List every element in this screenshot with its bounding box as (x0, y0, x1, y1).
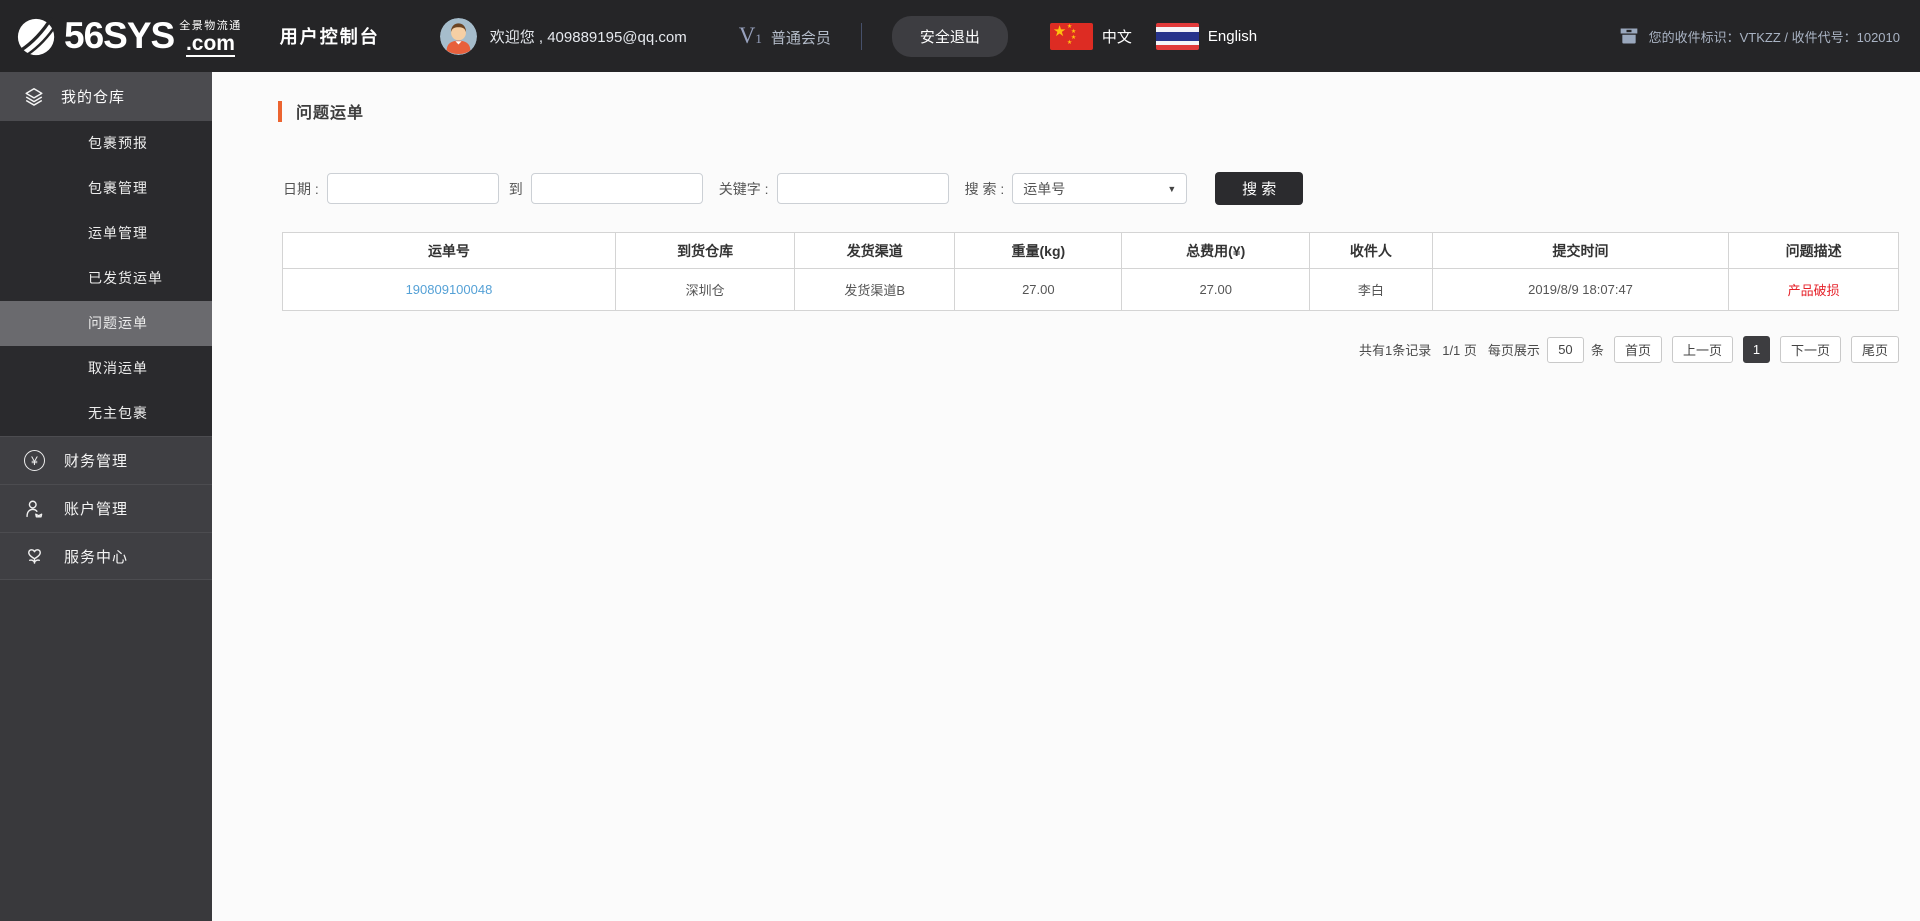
shipping-id-text: 您的收件标识：VTKZZ / 收件代号：102010 (1648, 29, 1900, 45)
record-count-text: 共有1条记录 (1358, 343, 1432, 358)
keyword-input[interactable] (776, 173, 949, 204)
cell-shipping-channel: 发货渠道B (794, 268, 956, 311)
table-row: 190809100048 深圳仓 发货渠道B 27.00 27.00 李白 20… (282, 268, 1899, 311)
brand-domain: .com (185, 32, 235, 57)
console-title: 用户控制台 (279, 27, 380, 47)
first-page-button[interactable]: 首页 (1613, 336, 1662, 363)
vip-level: 1 (755, 31, 762, 46)
top-bar: 56SYS 全景物流通 .com 用户控制台 欢迎您 , 409889195@q… (0, 0, 1920, 72)
cell-arrival-warehouse: 深圳仓 (614, 268, 796, 311)
col-waybill-number: 运单号 (282, 232, 616, 269)
title-accent-bar (278, 100, 282, 122)
brand-logo: 56SYS 全景物流通 .com (0, 15, 242, 57)
vip-v-icon: V (738, 23, 756, 48)
sidebar-section-label: 服务中心 (64, 548, 129, 566)
col-shipping-channel: 发货渠道 (794, 232, 956, 269)
shipping-id-cluster: 您的收件标识：VTKZZ / 收件代号：102010 (1619, 26, 1900, 46)
welcome-text: 欢迎您 , 409889195@qq.com (489, 28, 687, 46)
sidebar-item-package-forecast[interactable]: 包裹预报 (0, 121, 212, 166)
brand-tagline: 全景物流通 (179, 20, 242, 32)
cell-recipient: 李白 (1308, 268, 1433, 311)
china-flag-icon[interactable]: ★ ★ ★ ★ ★ (1049, 22, 1093, 50)
prev-page-button[interactable]: 上一页 (1671, 336, 1733, 363)
sidebar-item-unclaimed-packages[interactable]: 无主包裹 (0, 391, 212, 436)
waybill-number-link[interactable]: 190809100048 (406, 282, 493, 297)
col-submit-time: 提交时间 (1431, 232, 1730, 269)
sidebar-item-cancelled-waybills[interactable]: 取消运单 (0, 346, 212, 391)
sidebar-section-label: 财务管理 (64, 453, 129, 470)
next-page-button[interactable]: 下一页 (1779, 336, 1841, 363)
date-from-input[interactable] (326, 173, 499, 204)
sidebar-section-service[interactable]: 服务中心 (0, 532, 212, 580)
search-type-select[interactable]: 运单号 ▼ (1012, 173, 1188, 204)
lang-english[interactable]: English (1208, 28, 1257, 45)
filter-toolbar: 日期 : 到 关键字 : 搜 索 : 运单号 ▼ 搜 索 (283, 172, 1304, 205)
thailand-flag-icon[interactable] (1155, 22, 1199, 50)
chevron-down-icon: ▼ (1167, 183, 1177, 194)
brand-name: 56SYS (64, 15, 175, 56)
yen-circle-icon: ¥ (24, 450, 45, 471)
page-head: 问题运单 (278, 99, 364, 123)
sidebar-section-finance[interactable]: ¥ 财务管理 (0, 436, 212, 484)
user-cluster: 欢迎您 , 409889195@qq.com V 1 普通会员 安全退出 ★ ★… (439, 15, 1257, 57)
sidebar-section-label: 我的仓库 (61, 89, 126, 106)
cell-weight: 27.00 (954, 268, 1123, 311)
col-total-cost: 总费用(¥) (1121, 232, 1310, 269)
membership-badge: V 1 普通会员 (739, 24, 831, 48)
sidebar-section-label: 账户管理 (64, 501, 129, 518)
header-divider (860, 22, 862, 50)
current-page-button[interactable]: 1 (1742, 336, 1770, 363)
search-button[interactable]: 搜 索 (1215, 172, 1304, 205)
page-size-input[interactable] (1546, 336, 1584, 363)
page-title: 问题运单 (296, 105, 365, 122)
membership-label: 普通会员 (770, 30, 831, 47)
cell-waybill-number: 190809100048 (282, 268, 616, 311)
date-label: 日期 : (283, 180, 319, 197)
problem-waybill-table: 运单号 到货仓库 发货渠道 重量(kg) 总费用(¥) 收件人 提交时间 问题描… (282, 232, 1899, 311)
user-icon (26, 500, 43, 518)
user-avatar[interactable] (439, 17, 477, 55)
globe-swoosh-icon (17, 17, 58, 56)
table-header-row: 运单号 到货仓库 发货渠道 重量(kg) 总费用(¥) 收件人 提交时间 问题描… (282, 232, 1899, 269)
warehouse-submenu: 包裹预报 包裹管理 运单管理 已发货运单 问题运单 取消运单 无主包裹 (0, 121, 212, 436)
layers-icon (25, 87, 43, 106)
package-icon (1620, 28, 1637, 44)
service-flower-icon (28, 548, 41, 564)
sidebar-item-waybill-management[interactable]: 运单管理 (0, 211, 212, 256)
sidebar-section-account[interactable]: 账户管理 (0, 484, 212, 532)
sidebar-item-shipped-waybills[interactable]: 已发货运单 (0, 256, 212, 301)
logout-button[interactable]: 安全退出 (891, 15, 1008, 57)
cell-problem-description: 产品破损 (1728, 268, 1899, 311)
per-page-unit: 条 (1590, 343, 1604, 358)
sidebar-section-my-warehouse[interactable]: 我的仓库 (0, 72, 212, 121)
col-problem-description: 问题描述 (1728, 232, 1899, 269)
col-recipient: 收件人 (1308, 232, 1433, 269)
sidebar-item-problem-waybills[interactable]: 问题运单 (0, 301, 212, 346)
page-info-text: 1/1 页 (1442, 343, 1477, 358)
search-type-label: 搜 索 : (964, 180, 1005, 197)
search-type-selected-value: 运单号 (1023, 180, 1066, 197)
sidebar: 我的仓库 包裹预报 包裹管理 运单管理 已发货运单 问题运单 取消运单 无主包裹… (0, 72, 212, 921)
keyword-label: 关键字 : (718, 180, 769, 197)
date-to-input[interactable] (530, 173, 703, 204)
per-page-label: 每页展示 (1487, 343, 1540, 358)
lang-chinese[interactable]: 中文 (1102, 26, 1132, 47)
cell-total-cost: 27.00 (1121, 268, 1310, 311)
date-to-label: 到 (508, 180, 523, 197)
last-page-button[interactable]: 尾页 (1850, 336, 1899, 363)
pagination-bar: 共有1条记录 1/1 页 每页展示 条 首页 上一页 1 下一页 尾页 (282, 336, 1899, 363)
sidebar-item-package-management[interactable]: 包裹管理 (0, 166, 212, 211)
cell-submit-time: 2019/8/9 18:07:47 (1431, 268, 1730, 311)
col-weight: 重量(kg) (954, 232, 1123, 269)
col-arrival-warehouse: 到货仓库 (614, 232, 796, 269)
main-content: 问题运单 日期 : 到 关键字 : 搜 索 : 运单号 ▼ 搜 索 运单号 到货… (212, 72, 1920, 921)
